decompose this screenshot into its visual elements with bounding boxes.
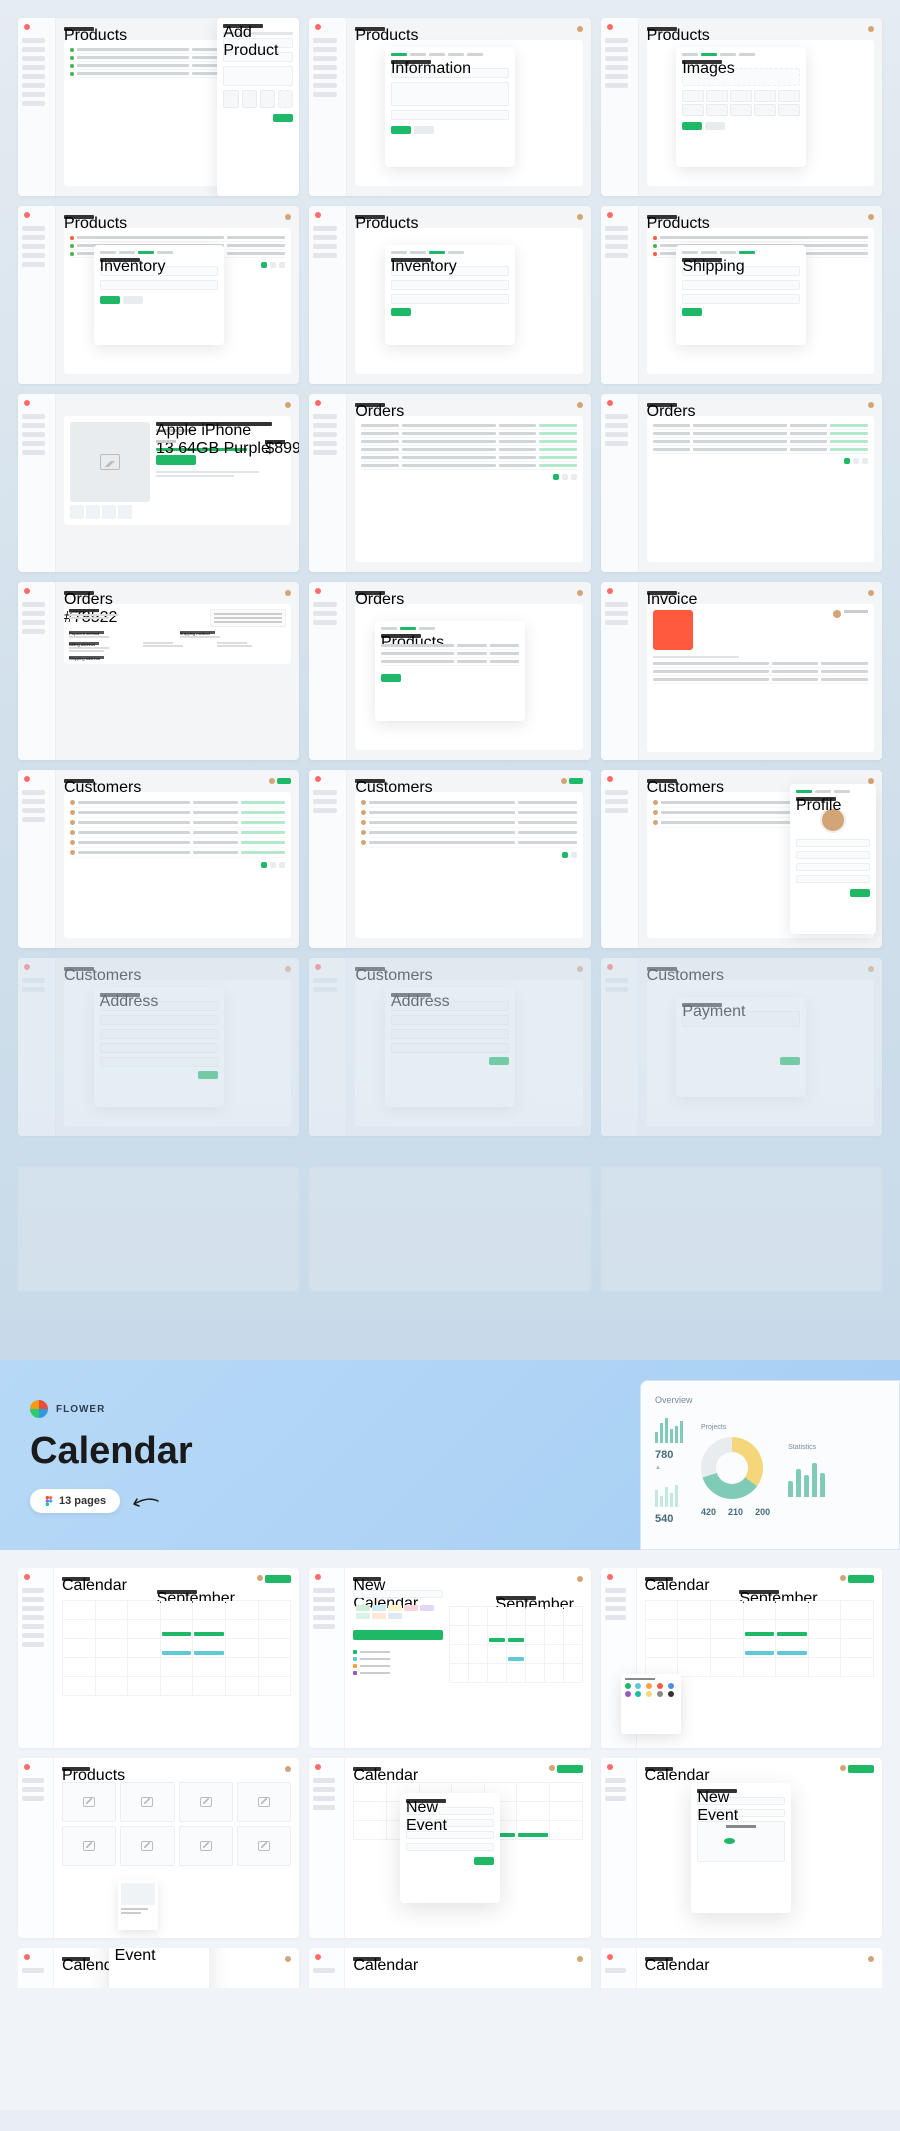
thumbnail-products-tiles[interactable]: Products xyxy=(18,1758,299,1938)
bar-chart xyxy=(788,1457,825,1497)
save-button[interactable] xyxy=(273,114,293,122)
pages-badge: 13 pages xyxy=(30,1489,120,1513)
modal-address: Address xyxy=(94,987,224,1107)
thumbnail-calendar-newevent-cal[interactable]: Calendar New Event xyxy=(601,1758,882,1938)
thumbnail-row: Orders #78522 Customer Payment methodShi… xyxy=(18,582,882,760)
modal-profile: Profile xyxy=(790,784,876,934)
modal-products: Products xyxy=(375,621,525,721)
modal-payment: Payment xyxy=(676,997,806,1097)
modal-inventory: Inventory xyxy=(385,245,515,345)
modal-shipping: Shipping xyxy=(676,245,806,345)
calendar-hero: FLOWER Calendar 13 pages Overview 780 ▲ … xyxy=(0,1360,900,1550)
thumbnail-orders-2[interactable]: Orders xyxy=(601,394,882,572)
add-event-button[interactable] xyxy=(265,1575,291,1583)
modal-inventory: Inventory xyxy=(94,245,224,345)
overview-preview: Overview 780 ▲ 540 Projects 420 210 200 … xyxy=(640,1380,900,1550)
thumbnail-orders[interactable]: Orders xyxy=(309,394,590,572)
thumbnail-products-images[interactable]: Products Images xyxy=(601,18,882,196)
thumbnail-calendar[interactable]: Calendar xyxy=(601,1948,882,1988)
calendar-row-partial: Calendar New Event Calendar Calendar xyxy=(18,1948,882,1988)
thumbnail-row: Products Inventory Products Inventory Pr… xyxy=(18,206,882,384)
modal-add-product: Add Product xyxy=(217,18,299,196)
image-placeholder-icon xyxy=(100,454,120,470)
arrow-icon xyxy=(130,1494,160,1508)
modal-information: Information xyxy=(385,47,515,167)
thumbnail-customers-address[interactable]: Customers Address xyxy=(18,958,299,1136)
modal-new-event: New Event xyxy=(109,1948,209,1988)
modal-new-event-datepicker: New Event xyxy=(691,1783,791,1913)
thumbnail-product-detail[interactable]: Apple iPhone 13 64GB Purple $899 xyxy=(18,394,299,572)
color-picker-popup[interactable] xyxy=(621,1674,681,1734)
thumbnail-row: Apple iPhone 13 64GB Purple $899 Orders O… xyxy=(18,394,882,572)
invoice-badge xyxy=(653,610,693,650)
thumbnail-calendar-popup[interactable]: Calendar September xyxy=(601,1568,882,1748)
modal-address: Address xyxy=(385,987,515,1107)
thumbnail-products-inventory2[interactable]: Products Inventory xyxy=(309,206,590,384)
thumbnail-customers-profile[interactable]: Customers Profile xyxy=(601,770,882,948)
figma-icon xyxy=(44,1496,54,1506)
calendar-section: Calendar September New Calendar Septembe… xyxy=(0,1550,900,2110)
calendar-row: Products Calendar New xyxy=(18,1758,882,1938)
thumbnail-customers-address2[interactable]: Customers Address xyxy=(309,958,590,1136)
create-button[interactable] xyxy=(353,1630,442,1640)
modal-new-event: New Event xyxy=(400,1793,500,1903)
thumbnail-row-faded: Customers Address Customers Address Cust… xyxy=(18,958,882,1136)
thumbnail-invoice[interactable]: Invoice xyxy=(601,582,882,760)
calendar-row: Calendar September New Calendar Septembe… xyxy=(18,1568,882,1748)
thumbnail-customers-payment[interactable]: Customers Payment xyxy=(601,958,882,1136)
thumbnail-products-shipping[interactable]: Products Shipping xyxy=(601,206,882,384)
product-name: Apple iPhone 13 64GB Purple xyxy=(156,422,272,426)
thumbnail-customers[interactable]: Customers xyxy=(18,770,299,948)
price: $899 xyxy=(265,440,285,444)
thumbnail-calendar[interactable]: Calendar xyxy=(309,1948,590,1988)
modal-images: Images xyxy=(676,47,806,167)
thumbnail-calendar-newevent[interactable]: Calendar New Event xyxy=(309,1758,590,1938)
thumbnail-order-detail[interactable]: Orders #78522 Customer Payment methodShi… xyxy=(18,582,299,760)
thumbnail-products-inventory[interactable]: Products Inventory xyxy=(18,206,299,384)
thumbnail-orders-products-modal[interactable]: Orders Products xyxy=(309,582,590,760)
thumbnail-row: Products Add Product xyxy=(18,18,882,196)
product-popup xyxy=(118,1880,158,1930)
page-title: Products xyxy=(64,27,94,31)
thumbnail-calendar-basic[interactable]: Calendar September xyxy=(18,1568,299,1748)
products-section: Products Add Product xyxy=(0,0,900,1360)
thumbnail-customers-2[interactable]: Customers xyxy=(309,770,590,948)
thumbnail-calendar-new[interactable]: New Calendar September xyxy=(309,1568,590,1748)
thumbnail-products-add[interactable]: Products Add Product xyxy=(18,18,299,196)
thumbnail-calendar[interactable]: Calendar New Event xyxy=(18,1948,299,1988)
thumbnail-row: Customers Customers Customers Profile xyxy=(18,770,882,948)
thumbnail-products-info[interactable]: Products Information xyxy=(309,18,590,196)
logo-icon xyxy=(30,1400,48,1418)
donut-chart xyxy=(701,1437,763,1499)
